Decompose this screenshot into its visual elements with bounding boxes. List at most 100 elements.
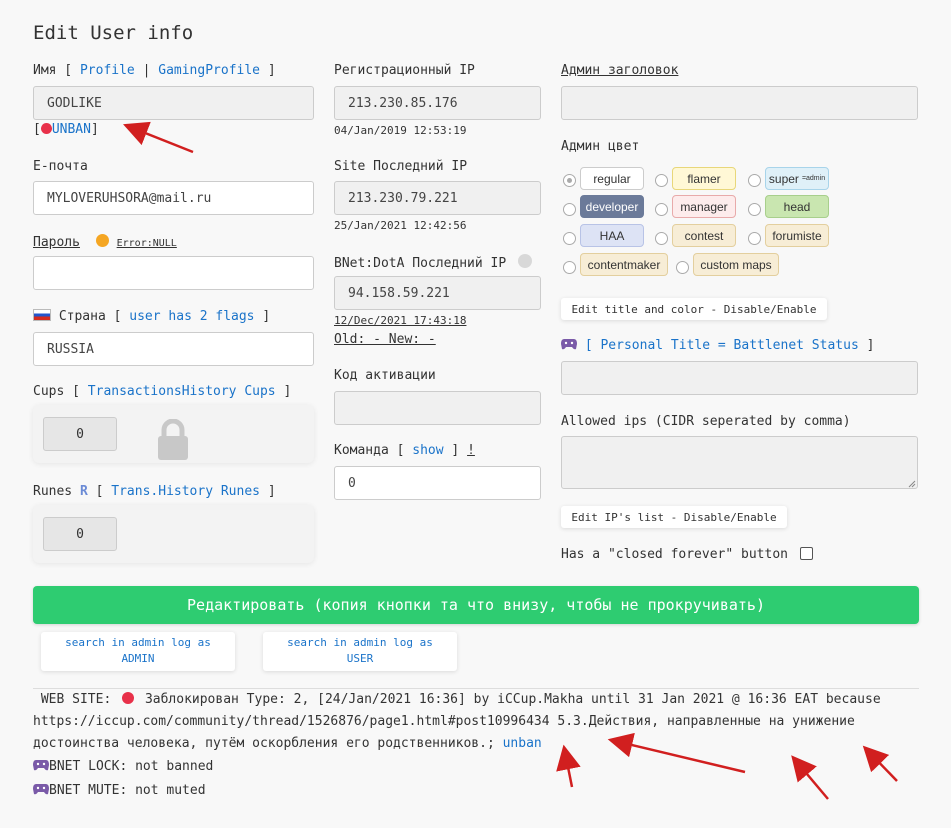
reg-ip-field[interactable]: 213.230.85.176 <box>334 86 541 120</box>
old-new-text: Old: - New: - <box>334 332 436 347</box>
color-tag-custom-maps[interactable]: custom maps <box>693 253 779 276</box>
allowed-ips-textarea[interactable] <box>561 436 918 489</box>
site-ip-label: Site Последний IP <box>334 159 468 174</box>
color-tag-label: manager <box>680 199 728 214</box>
gaming-profile-link[interactable]: GamingProfile <box>158 63 260 78</box>
country-label-row: Страна [ user has 2 flags ] <box>33 309 270 324</box>
website-prefix: WEB SITE: <box>40 692 112 707</box>
website-ban-line1: WEB SITE: Заблокирован Type: 2, [24/Jan/… <box>33 689 881 711</box>
color-radio-forumiste[interactable] <box>748 232 761 245</box>
unban-row: [UNBAN] <box>33 122 99 137</box>
color-radio-manager[interactable] <box>655 203 668 216</box>
color-tag-label: contest <box>684 228 724 243</box>
name-field[interactable]: GODLIKE <box>33 86 314 120</box>
color-radio-developer[interactable] <box>563 203 576 216</box>
website-ban-text: Заблокирован Type: 2, [24/Jan/2021 16:36… <box>144 692 881 707</box>
edit-title-color-button[interactable]: Edit title and color - Disable/Enable <box>561 298 827 320</box>
color-radio-haa[interactable] <box>563 232 576 245</box>
color-tag-label: forumiste <box>772 228 822 243</box>
country-label: Страна <box>58 309 106 324</box>
runes-history-link[interactable]: Trans.History Runes <box>111 484 260 499</box>
gamepad-icon <box>33 760 49 771</box>
closed-forever-checkbox[interactable] <box>799 547 813 560</box>
bnet-ip-label: BNet:DotA Последний IP <box>334 256 507 271</box>
color-tag-label: developer <box>585 199 639 214</box>
team-field[interactable]: 0 <box>334 466 541 500</box>
activation-field[interactable] <box>334 391 541 425</box>
color-tag-developer[interactable]: developer <box>580 195 644 218</box>
profile-link[interactable]: Profile <box>80 63 135 78</box>
color-tag-label: custom maps <box>700 257 772 272</box>
closed-forever-row: Has a "closed forever" button <box>561 547 813 562</box>
site-ip-date: 25/Jan/2021 12:42:56 <box>334 219 467 232</box>
bnet-mute-status: BNET MUTE: not muted <box>49 783 206 798</box>
admin-title-field[interactable] <box>561 86 918 120</box>
password-field[interactable] <box>33 256 314 290</box>
bnet-ip-field[interactable]: 94.158.59.221 <box>334 276 541 310</box>
color-tag-label: super <box>768 171 799 186</box>
closed-forever-label: Has a "closed forever" button <box>561 547 788 562</box>
color-tag-contentmaker[interactable]: contentmaker <box>580 253 668 276</box>
page-title: Edit User info <box>33 22 194 44</box>
color-radio-head[interactable] <box>748 203 761 216</box>
unban-link[interactable]: UNBAN <box>52 122 91 137</box>
color-radio-super[interactable] <box>748 174 761 187</box>
color-tag-label: regular <box>593 171 631 186</box>
color-tag-flamer[interactable]: flamer <box>672 167 736 190</box>
search-user-line2: USER <box>346 652 374 665</box>
color-tag-manager[interactable]: manager <box>672 195 736 218</box>
personal-title-link[interactable]: [ Personal Title = Battlenet Status <box>585 338 859 353</box>
team-excl-link[interactable]: ! <box>467 443 475 458</box>
arrow-reason-3 <box>862 745 898 782</box>
personal-title-row: [ Personal Title = Battlenet Status ] <box>561 338 874 353</box>
warning-dot-icon <box>95 234 109 247</box>
color-tag-regular[interactable]: regular <box>580 167 644 190</box>
color-tag-contest[interactable]: contest <box>672 224 736 247</box>
lock-icon <box>158 419 188 460</box>
ban-dot-icon <box>122 692 135 704</box>
color-radio-contentmaker[interactable] <box>563 261 576 274</box>
search-admin-log-as-user-button[interactable]: search in admin log as USER <box>263 632 457 671</box>
flags-link[interactable]: user has 2 flags <box>129 309 254 324</box>
name-label-row: Имя [ Profile | GamingProfile ] <box>33 63 276 78</box>
russia-flag-icon <box>33 309 51 321</box>
team-show-link[interactable]: show <box>412 443 443 458</box>
color-tag-haa[interactable]: HAA <box>580 224 644 247</box>
cups-value[interactable]: 0 <box>43 417 117 451</box>
site-ip-field[interactable]: 213.230.79.221 <box>334 181 541 215</box>
website-ban-reason: достоинства человека, путём оскорбления … <box>33 736 495 751</box>
color-tag-label: contentmaker <box>587 257 661 272</box>
color-tag-forumiste[interactable]: forumiste <box>765 224 829 247</box>
country-field[interactable]: RUSSIA <box>33 332 314 366</box>
email-field[interactable]: MYLOVERUHSORA@mail.ru <box>33 181 314 215</box>
search-admin-line2: ADMIN <box>121 652 155 665</box>
name-label: Имя <box>33 63 57 78</box>
color-tag-suffix: =admin <box>801 175 826 182</box>
edit-submit-button[interactable]: Редактировать (копия кнопки та что внизу… <box>33 586 919 624</box>
color-tag-super[interactable]: super =admin <box>765 167 829 190</box>
password-label-row: Пароль Error:NULL <box>33 234 177 250</box>
separator: | <box>142 63 151 78</box>
color-radio-contest[interactable] <box>655 232 668 245</box>
team-label: Команда <box>334 443 389 458</box>
search-admin-log-as-admin-button[interactable]: search in admin log as ADMIN <box>41 632 235 671</box>
arrow-unban <box>123 121 194 154</box>
rune-icon: R <box>79 484 88 499</box>
cups-label: Cups <box>33 384 65 399</box>
personal-title-field[interactable] <box>561 361 918 395</box>
color-radio-regular[interactable] <box>563 174 576 187</box>
activation-label: Код активации <box>334 368 436 383</box>
color-tag-head[interactable]: head <box>765 195 829 218</box>
runes-label-row: Runes R [ Trans.History Runes ] <box>33 484 276 499</box>
resize-handle-icon[interactable] <box>907 479 916 488</box>
color-radio-custom-maps[interactable] <box>676 261 689 274</box>
color-radio-flamer[interactable] <box>655 174 668 187</box>
cups-history-link[interactable]: TransactionsHistory Cups <box>88 384 276 399</box>
bnet-ip-date: 12/Dec/2021 17:43:18 <box>334 314 467 327</box>
admin-color-label: Админ цвет <box>561 139 640 154</box>
cups-label-row: Cups [ TransactionsHistory Cups ] <box>33 384 292 399</box>
unban-website-link[interactable]: unban <box>503 736 542 751</box>
edit-ips-button[interactable]: Edit IP's list - Disable/Enable <box>561 506 787 528</box>
arrow-reason <box>607 732 746 774</box>
runes-value[interactable]: 0 <box>43 517 117 551</box>
